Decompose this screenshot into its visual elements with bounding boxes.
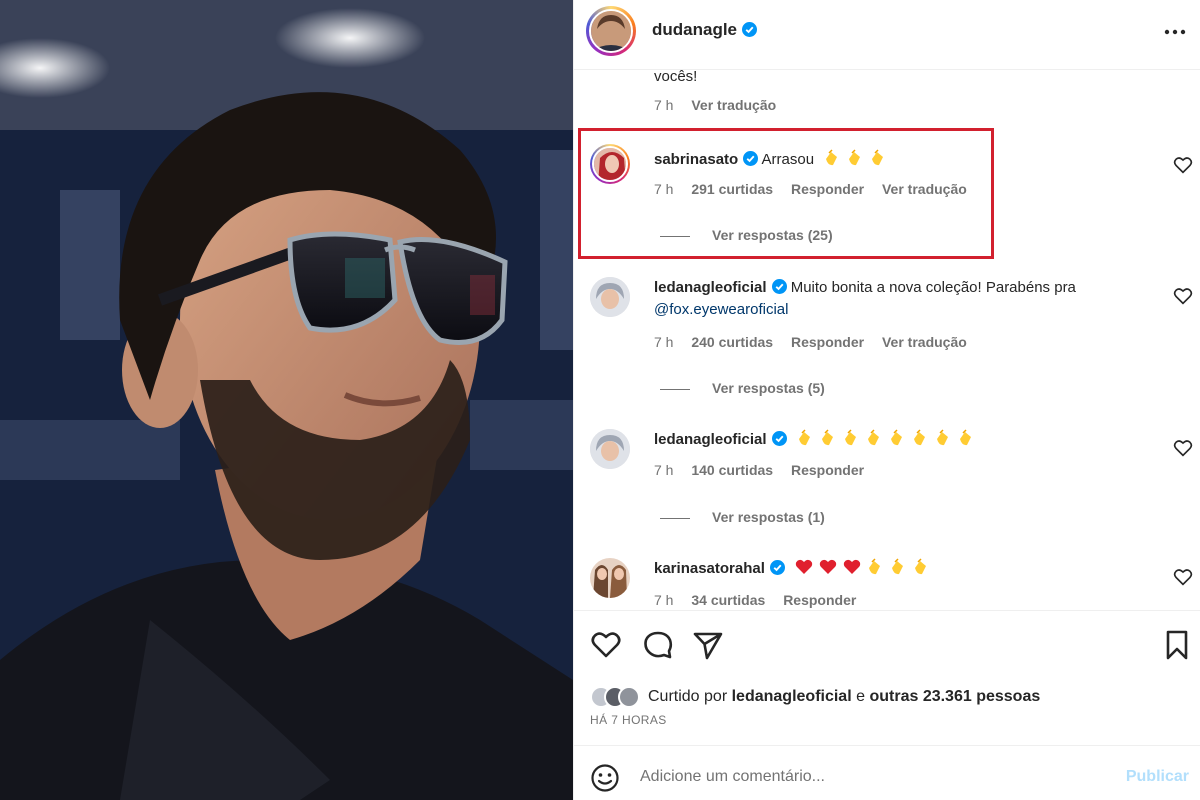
clapping-hands-emoji-icon: [892, 558, 904, 575]
commenter-avatar-image: [590, 429, 630, 469]
liker-avatar: [618, 686, 640, 708]
like-comment-heart-icon[interactable]: [1173, 439, 1193, 457]
add-comment-bar: Publicar: [574, 745, 1200, 800]
likes-others[interactable]: outras 23.361 pessoas: [869, 688, 1040, 705]
verified-badge-icon: [742, 22, 758, 37]
likes-prefix: Curtido por: [648, 688, 728, 705]
mention-link[interactable]: @fox.eyewearoficial: [654, 301, 788, 318]
commenter-avatar[interactable]: [590, 429, 630, 469]
commenter-avatar[interactable]: [590, 144, 630, 184]
commenter-username[interactable]: ledanagleoficial: [654, 279, 767, 296]
reply-button[interactable]: Responder: [783, 592, 856, 608]
verified-badge-icon: [769, 560, 785, 575]
reply-button[interactable]: Responder: [791, 181, 864, 197]
smiley-icon[interactable]: [590, 763, 620, 793]
author-avatar[interactable]: [586, 6, 636, 56]
clapping-hands-emoji-icon: [959, 429, 971, 446]
like-comment-heart-icon[interactable]: [1173, 287, 1193, 305]
reply-button[interactable]: Responder: [791, 334, 864, 350]
commenter-avatar[interactable]: [590, 558, 630, 598]
comment-text: Muito bonita a nova coleção! Parabéns pr…: [790, 279, 1076, 296]
clapping-hands-emoji-icon: [872, 149, 884, 166]
commenter-username[interactable]: sabrinasato: [654, 151, 738, 168]
likes-summary: Curtido por ledanagleoficial e outras 23…: [590, 683, 1040, 711]
like-comment-heart-icon[interactable]: [1173, 156, 1193, 174]
commenter-username[interactable]: karinasatorahal: [654, 560, 765, 577]
comment-input[interactable]: [640, 762, 1100, 792]
view-replies-button[interactable]: Ver respostas (5): [660, 380, 825, 396]
commenter-avatar-image: [594, 148, 626, 180]
comment-text: Arrasou: [761, 151, 815, 168]
clapping-hands-emoji-icon: [867, 429, 879, 446]
comment-time: 7 h: [654, 462, 674, 478]
clapping-hands-emoji-icon: [826, 149, 838, 166]
comment-likes[interactable]: 291 curtidas: [691, 181, 773, 197]
likes-connector: e: [856, 688, 866, 705]
translate-link[interactable]: Ver tradução: [691, 97, 776, 113]
red-heart-emoji-icon: [795, 559, 813, 574]
verified-badge-icon: [771, 431, 787, 446]
clapping-hands-emoji-icon: [849, 149, 861, 166]
clapping-hands-emoji-icon: [890, 429, 902, 446]
comment-emojis: [789, 558, 930, 577]
view-replies-button[interactable]: Ver respostas (1): [660, 509, 825, 525]
bookmark-icon[interactable]: [1161, 629, 1193, 661]
post-photo: [0, 0, 573, 800]
comment-likes[interactable]: 240 curtidas: [691, 334, 773, 350]
heart-icon[interactable]: [590, 629, 622, 661]
publish-button[interactable]: Publicar: [1126, 768, 1189, 786]
likes-user[interactable]: ledanagleoficial: [732, 688, 852, 705]
clapping-hands-emoji-icon: [913, 429, 925, 446]
man-with-sunglasses-photo: [0, 0, 573, 800]
red-heart-emoji-icon: [819, 559, 837, 574]
comment-likes[interactable]: 34 curtidas: [691, 592, 765, 608]
verified-badge-icon: [771, 279, 787, 294]
comment-time: 7 h: [654, 97, 674, 113]
red-heart-emoji-icon: [843, 559, 861, 574]
commenter-avatar-image: [590, 558, 630, 598]
comment-time: 7 h: [654, 334, 674, 350]
author-username[interactable]: dudanagle: [652, 20, 758, 40]
like-comment-heart-icon[interactable]: [1173, 568, 1193, 586]
commenter-username[interactable]: ledanagleoficial: [654, 431, 767, 448]
comments-list[interactable]: vocês! 7 h Ver tradução sabrinasato Arra: [574, 70, 1200, 610]
post-timestamp: HÁ 7 HORAS: [590, 713, 667, 727]
clapping-hands-emoji-icon: [844, 429, 856, 446]
comment-time: 7 h: [654, 181, 674, 197]
post-panel: dudanagle vocês! 7 h Ver tradução sabrin…: [573, 0, 1200, 800]
previous-comment-meta: 7 h Ver tradução: [654, 97, 790, 113]
reply-button[interactable]: Responder: [791, 462, 864, 478]
post-actions: Curtido por ledanagleoficial e outras 23…: [574, 610, 1200, 745]
previous-comment-text: vocês!: [654, 70, 698, 85]
post-header: dudanagle: [574, 0, 1200, 70]
comment-likes[interactable]: 140 curtidas: [691, 462, 773, 478]
clapping-hands-emoji-icon: [936, 429, 948, 446]
clapping-hands-emoji-icon: [869, 558, 881, 575]
commenter-avatar-image: [590, 277, 630, 317]
comment-time: 7 h: [654, 592, 674, 608]
clapping-hands-emoji-icon: [798, 429, 810, 446]
paper-plane-icon[interactable]: [692, 629, 724, 661]
more-options-icon[interactable]: [1163, 22, 1187, 42]
commenter-avatar[interactable]: [590, 277, 630, 317]
translate-link[interactable]: Ver tradução: [882, 334, 967, 350]
view-replies-button[interactable]: Ver respostas (25): [660, 227, 833, 243]
comment-emojis: [791, 429, 975, 448]
comment-bubble-icon[interactable]: [642, 629, 674, 661]
author-avatar-image: [591, 11, 631, 51]
translate-link[interactable]: Ver tradução: [882, 181, 967, 197]
clapping-hands-emoji-icon: [821, 429, 833, 446]
verified-badge-icon: [743, 151, 759, 166]
clapping-hands-emoji-icon: [915, 558, 927, 575]
